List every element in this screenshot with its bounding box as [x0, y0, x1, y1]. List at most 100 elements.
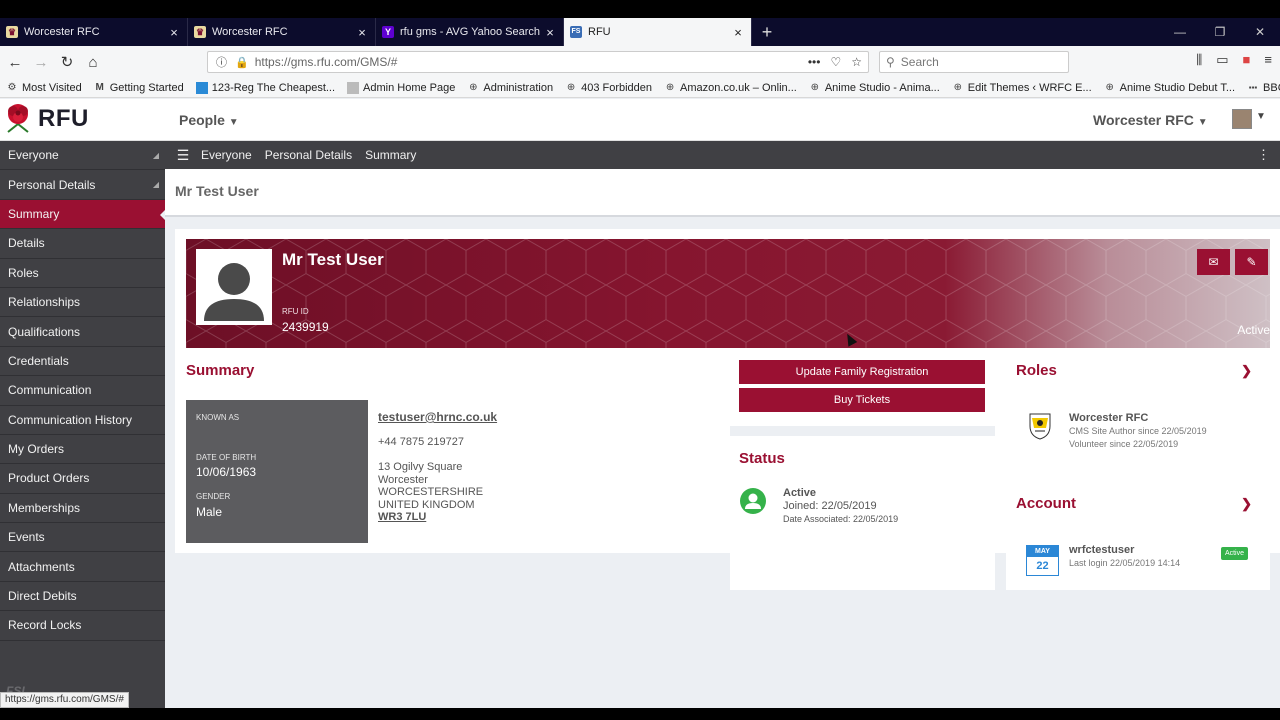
hamburger-icon[interactable]: ☰ — [165, 147, 201, 164]
sidebar-item-record-locks[interactable]: Record Locks — [0, 611, 165, 641]
bookmark-item[interactable]: ⊕ Amazon.co.uk – Onlin... — [664, 82, 797, 94]
bookmark-item[interactable]: Admin Home Page — [347, 81, 455, 94]
sidebar-item-qualifications[interactable]: Qualifications — [0, 317, 165, 347]
sidebar-item-my-orders[interactable]: My Orders — [0, 435, 165, 465]
sidebar-item-memberships[interactable]: Memberships — [0, 494, 165, 524]
bookmark-item[interactable]: M Getting Started — [94, 82, 184, 94]
bookmark-item[interactable]: ⚙ Most Visited — [6, 82, 82, 94]
buy-tickets-button[interactable]: Buy Tickets — [739, 388, 985, 412]
rfu-id-value: 2439919 — [282, 320, 329, 334]
pocket-icon[interactable]: ♡ — [830, 55, 841, 69]
club-selector[interactable]: Worcester RFC ▼ — [1093, 112, 1208, 128]
yahoo-favicon-icon: Y — [382, 26, 394, 38]
restore-icon[interactable]: ❐ — [1200, 18, 1240, 46]
email-link[interactable]: testuser@hrnc.co.uk — [378, 411, 497, 425]
sidebar-item-label: Everyone — [8, 148, 59, 163]
sidebar-item-personal-details[interactable]: Personal Details ◢ — [0, 170, 165, 200]
sidebar-item-details[interactable]: Details — [0, 229, 165, 259]
calendar-day: 22 — [1036, 560, 1049, 572]
sidebar-item-label: Product Orders — [8, 471, 90, 486]
bottom-black-bar — [0, 708, 1280, 720]
breadcrumb-personal-details[interactable]: Personal Details — [265, 148, 352, 162]
sidebar-item-relationships[interactable]: Relationships — [0, 288, 165, 318]
page-title-bar: Mr Test User — [165, 169, 1280, 217]
sidebar-item-product-orders[interactable]: Product Orders — [0, 464, 165, 494]
site-icon — [195, 81, 208, 94]
chevron-right-icon[interactable]: ❯ — [1241, 496, 1252, 512]
chevron-right-icon[interactable]: ❯ — [1241, 363, 1252, 379]
globe-icon: ⊕ — [566, 81, 576, 93]
sidebar-item-communication-history[interactable]: Communication History — [0, 406, 165, 435]
browser-tab-2[interactable]: ♛ Worcester RFC × — [188, 18, 376, 46]
sidebar-item-summary[interactable]: Summary — [0, 199, 166, 230]
reload-icon[interactable]: ↻ — [54, 53, 80, 71]
bookmark-item[interactable]: ⊕ Administration — [467, 82, 553, 94]
sidebar-item-communication[interactable]: Communication — [0, 376, 165, 406]
home-icon[interactable]: ⌂ — [80, 54, 106, 71]
browser-tab-3[interactable]: Y rfu gms - AVG Yahoo Search Re × — [376, 18, 564, 46]
toolbar-right: ⫼ ▭ ■ ≡ — [1196, 52, 1272, 68]
sidebar-item-credentials[interactable]: Credentials — [0, 347, 165, 377]
bookmark-label: Anime Studio Debut T... — [1119, 81, 1236, 94]
postcode-link[interactable]: WR3 7LU — [378, 511, 483, 524]
extension-icon[interactable]: ■ — [1243, 52, 1251, 68]
menu-icon[interactable]: ≡ — [1264, 52, 1272, 68]
browser-tab-4[interactable]: FS RFU × — [564, 18, 752, 46]
email-button[interactable]: ✉ — [1197, 249, 1230, 275]
sidebar-item-direct-debits[interactable]: Direct Debits — [0, 582, 165, 612]
status-date-associated: Date Associated: 22/05/2019 — [783, 514, 899, 524]
bookmark-item[interactable]: ⊕ Edit Themes ‹ WRFC E... — [952, 82, 1092, 94]
close-icon[interactable]: × — [731, 25, 745, 40]
address: 13 Ogilvy Square Worcester WORCESTERSHIR… — [378, 461, 483, 524]
sidebar-icon[interactable]: ▭ — [1216, 52, 1228, 68]
sidebar-item-attachments[interactable]: Attachments — [0, 552, 165, 582]
status-url-tooltip: https://gms.rfu.com/GMS/# — [0, 692, 129, 708]
breadcrumb-summary[interactable]: Summary — [365, 148, 416, 162]
sidebar-item-roles[interactable]: Roles — [0, 259, 165, 288]
sidebar-item-everyone[interactable]: Everyone ◢ — [0, 141, 165, 171]
close-icon[interactable]: × — [167, 25, 181, 40]
close-icon[interactable]: × — [355, 25, 369, 40]
screen: ♛ Worcester RFC × ♛ Worcester RFC × Y rf… — [0, 0, 1280, 720]
bookmark-label: Anime Studio - Anima... — [824, 81, 940, 94]
search-icon: ⚲ — [886, 55, 895, 69]
status-heading: Status — [739, 450, 785, 467]
rfu-id-label: RFU ID — [282, 307, 309, 316]
summary-heading: Summary — [186, 362, 255, 379]
library-icon[interactable]: ⫼ — [1196, 52, 1202, 68]
kebab-menu-icon[interactable]: ⋮ — [1257, 147, 1270, 163]
rfu-logo[interactable]: RFU — [4, 102, 89, 136]
sidebar-item-label: Events — [8, 530, 45, 545]
bookmark-item[interactable]: ⊕ 403 Forbidden — [565, 82, 652, 94]
calendar-icon: MAY 22 — [1026, 545, 1059, 576]
account-username: wrfctestuser — [1069, 544, 1135, 556]
search-input[interactable]: ⚲ Search — [879, 51, 1069, 73]
close-window-icon[interactable]: ✕ — [1240, 18, 1280, 46]
sidebar-item-label: Summary — [8, 206, 60, 221]
close-icon[interactable]: × — [543, 25, 557, 40]
browser-tab-1[interactable]: ♛ Worcester RFC × — [0, 18, 188, 46]
new-tab-icon[interactable]: + — [752, 18, 782, 46]
breadcrumb-everyone[interactable]: Everyone — [201, 148, 252, 162]
bookmark-item[interactable]: 123-Reg The Cheapest... — [195, 81, 335, 94]
sidebar-item-events[interactable]: Events — [0, 523, 165, 553]
bookmark-item[interactable]: ▪▪▪ BBC News - Home — [1247, 82, 1280, 94]
bookmark-item[interactable]: ⊕ Anime Studio - Anima... — [809, 82, 940, 94]
forward-icon[interactable]: → — [28, 54, 54, 71]
caret-down-icon: ▼ — [228, 117, 239, 128]
edit-button[interactable]: ✎ — [1235, 249, 1268, 275]
pencil-icon: ✎ — [1246, 255, 1257, 269]
bookmark-star-icon[interactable]: ☆ — [851, 55, 862, 69]
address-bar[interactable]: ⓘ 🔒 https://gms.rfu.com/GMS/# ••• ♡ ☆ — [207, 51, 869, 73]
update-family-registration-button[interactable]: Update Family Registration — [739, 360, 985, 384]
fsi-favicon-icon: FS — [570, 26, 582, 38]
page-actions-icon[interactable]: ••• — [808, 55, 821, 69]
minimize-icon[interactable]: — — [1160, 18, 1200, 46]
bookmark-item[interactable]: ⊕ Anime Studio Debut T... — [1104, 82, 1235, 94]
info-icon[interactable]: ⓘ — [216, 54, 227, 70]
tab-title: rfu gms - AVG Yahoo Search Re — [400, 26, 543, 38]
back-icon[interactable]: ← — [2, 54, 28, 71]
caret-down-icon[interactable]: ▼ — [1256, 111, 1266, 122]
user-avatar[interactable] — [1232, 109, 1252, 129]
people-menu[interactable]: People ▼ — [179, 112, 239, 128]
